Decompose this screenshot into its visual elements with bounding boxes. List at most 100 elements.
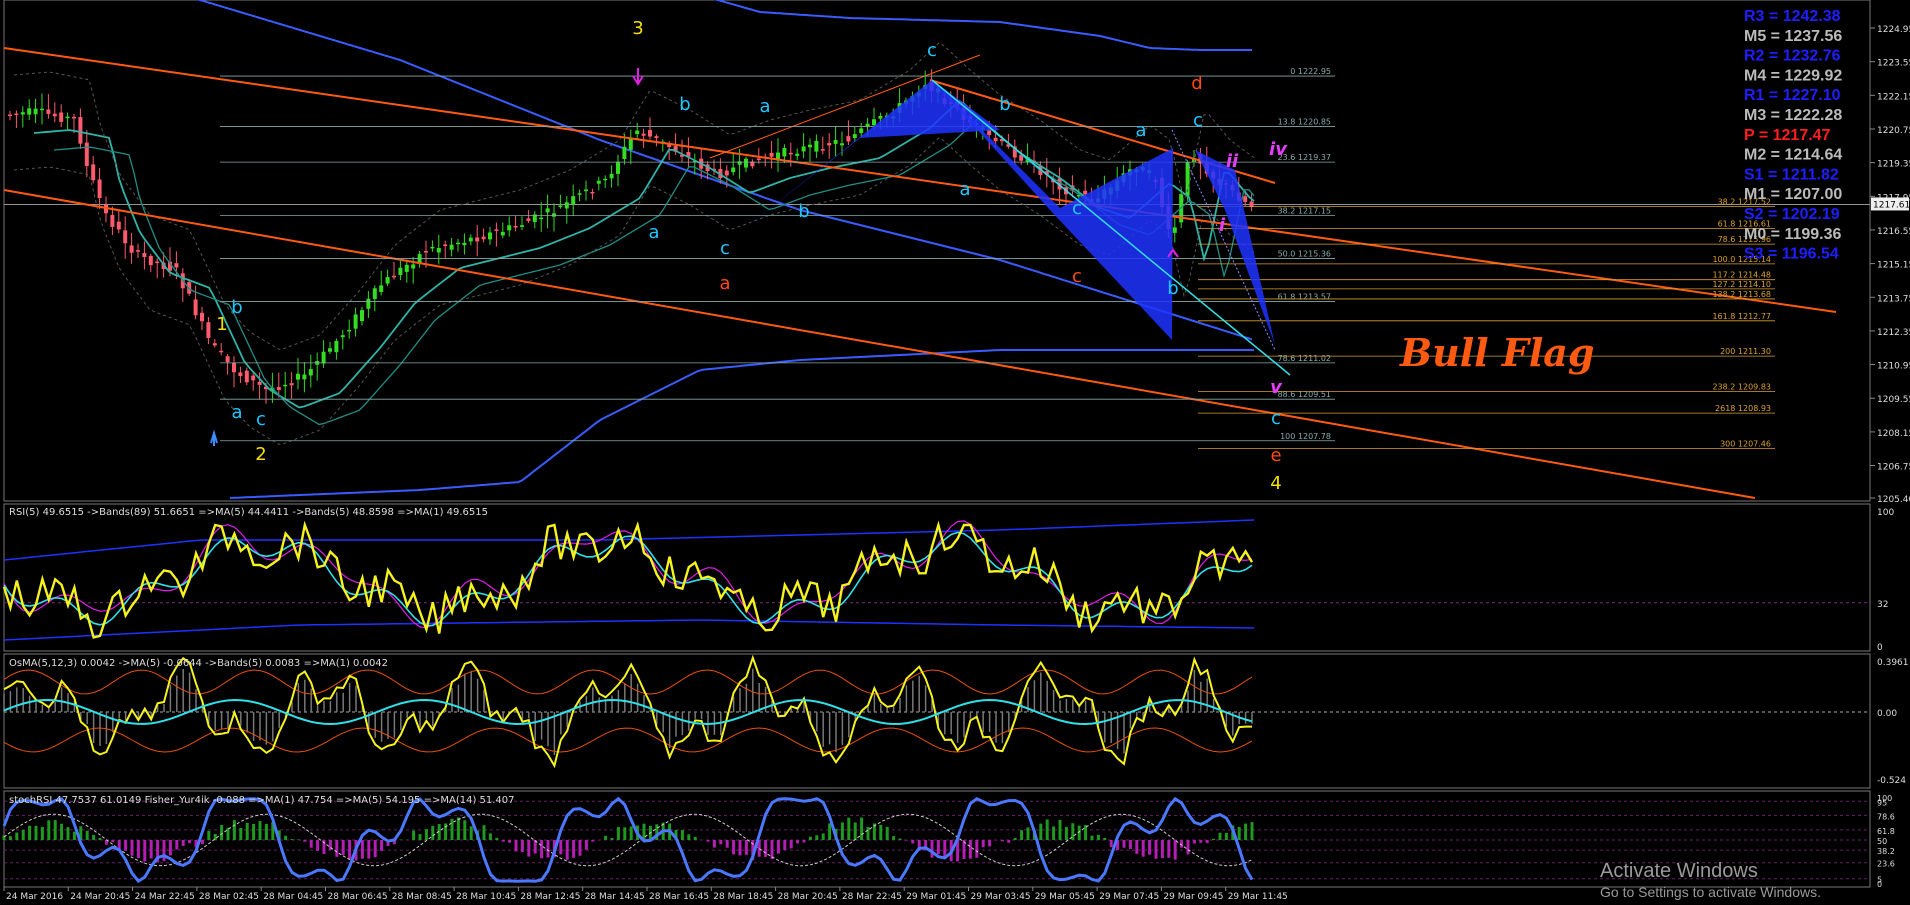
- candle-body: [833, 140, 838, 144]
- time-tick-label: 28 Mar 14:45: [585, 892, 645, 902]
- candle-body: [552, 213, 556, 217]
- fib-level-label: 200 1211.30: [1720, 347, 1771, 356]
- price-layer: 0 1222.9513.8 1220.8523.6 1219.3738.2 12…: [3, 0, 1870, 499]
- candle-body: [33, 108, 38, 115]
- candle-body: [801, 146, 806, 152]
- wave-label: 3: [632, 18, 643, 39]
- wave-label: a: [231, 402, 242, 423]
- candle-body: [110, 214, 115, 227]
- wave-label: d: [1191, 73, 1202, 94]
- candle-body: [91, 164, 96, 181]
- candle-body: [14, 113, 19, 116]
- candle-body: [40, 108, 44, 111]
- osma-layer: 0.3961 0.00 -0.524: [3, 654, 1909, 786]
- pivot-label: S2 = 1202.19: [1744, 206, 1840, 223]
- candle-body: [808, 144, 812, 148]
- candle-body: [385, 277, 390, 284]
- candle-body: [398, 267, 403, 275]
- candle-body: [238, 372, 243, 377]
- candle-body: [795, 153, 800, 156]
- candle-body: [539, 217, 544, 220]
- candle-body: [545, 208, 550, 213]
- time-tick-label: 29 Mar 05:45: [1035, 892, 1095, 902]
- rsi-upper-band: [3, 519, 1255, 561]
- wave-label: a: [648, 222, 659, 243]
- candle-body: [225, 356, 230, 363]
- price-tick-label: 1224.95: [1877, 25, 1910, 35]
- time-tick-label: 29 Mar 09:45: [1163, 892, 1223, 902]
- pivot-label: M2 = 1214.64: [1744, 147, 1842, 164]
- candle-body: [392, 275, 396, 278]
- time-tick-label: 28 Mar 06:45: [328, 892, 388, 902]
- candle-body: [993, 137, 998, 142]
- fib-level-label: 238.2 1209.83: [1712, 382, 1771, 391]
- candle-body: [1243, 196, 1248, 202]
- candle-body: [148, 255, 153, 266]
- wave-label: a: [1135, 120, 1146, 141]
- fib-level-label: 13.8 1220.85: [1278, 118, 1331, 127]
- pivot-label: M5 = 1237.56: [1744, 28, 1842, 45]
- wave-label: a: [959, 179, 970, 200]
- rsi-lower-band: [3, 619, 1255, 641]
- candle-body: [257, 381, 262, 385]
- candle-body: [769, 152, 774, 157]
- osma-axis-label: -0.524: [1877, 776, 1906, 786]
- candle-body: [1249, 201, 1254, 207]
- candle-body: [520, 225, 524, 227]
- time-tick-label: 29 Mar 11:45: [1228, 892, 1288, 902]
- candle-body: [59, 112, 64, 122]
- pivot-label: S3 = 1196.54: [1744, 246, 1839, 263]
- pivot-label: M1 = 1207.00: [1744, 186, 1842, 203]
- candle-body: [852, 134, 857, 139]
- stoch-legend: stochRSI 47.7537 61.0149 Fisher_Yur4ik -…: [9, 795, 515, 806]
- stoch-axis-label: 23.6: [1877, 860, 1895, 869]
- candle-body: [46, 109, 51, 114]
- candle-body: [276, 387, 281, 390]
- osma-band-lower: [3, 727, 1253, 753]
- candle-body: [347, 329, 352, 332]
- fib-level-label: 100 1207.78: [1280, 432, 1331, 441]
- candle-body: [616, 161, 620, 174]
- lower-envelope-band: [229, 349, 1254, 499]
- candle-body: [782, 148, 787, 157]
- trend-line-upper: [3, 47, 1837, 313]
- osma-band-upper: [3, 669, 1253, 695]
- wave-label: c: [1072, 198, 1082, 219]
- candle-body: [622, 146, 627, 159]
- wave-label: a: [759, 96, 770, 117]
- envelope-upper-dashed: [13, 42, 1255, 350]
- candle-body: [52, 113, 57, 117]
- candle-body: [360, 310, 364, 322]
- stoch-axis-label: 95: [1877, 798, 1887, 807]
- candle-body: [641, 133, 646, 136]
- wave-label: c: [927, 40, 937, 61]
- rsi-axis-label: 0: [1877, 643, 1883, 653]
- wave-label: c: [1271, 408, 1281, 429]
- fib-level-label: 50.0 1215.36: [1278, 250, 1331, 259]
- candle-body: [206, 322, 211, 338]
- candle-body: [84, 142, 89, 167]
- activate-windows-title: Activate Windows: [1600, 860, 1758, 882]
- candle-body: [526, 218, 531, 221]
- pivot-label: R2 = 1232.76: [1744, 48, 1841, 65]
- stoch-axis-label: 61.8: [1877, 827, 1895, 836]
- candle-body: [72, 116, 76, 119]
- time-tick-label: 28 Mar 10:45: [456, 892, 516, 902]
- wave-label: c: [256, 409, 266, 430]
- candle-body: [27, 108, 32, 115]
- activate-windows-subtitle: Go to Settings to activate Windows.: [1600, 884, 1821, 900]
- candle-body: [596, 180, 601, 184]
- wave-label: 4: [1270, 473, 1281, 494]
- candle-body: [97, 179, 102, 199]
- pivot-label: R1 = 1227.10: [1744, 87, 1841, 104]
- price-tick-label: 1215.15: [1877, 261, 1910, 271]
- stoch-axis-label: 50: [1877, 837, 1887, 846]
- candle-body: [321, 351, 326, 364]
- price-tick-label: 1223.55: [1877, 59, 1910, 69]
- candle-body: [564, 202, 569, 209]
- candle-body: [456, 242, 460, 245]
- price-tick-label: 1220.75: [1877, 126, 1910, 136]
- wave-label: c: [1193, 110, 1203, 131]
- candle-body: [840, 143, 844, 146]
- pivot-label: M0 = 1199.36: [1744, 226, 1842, 243]
